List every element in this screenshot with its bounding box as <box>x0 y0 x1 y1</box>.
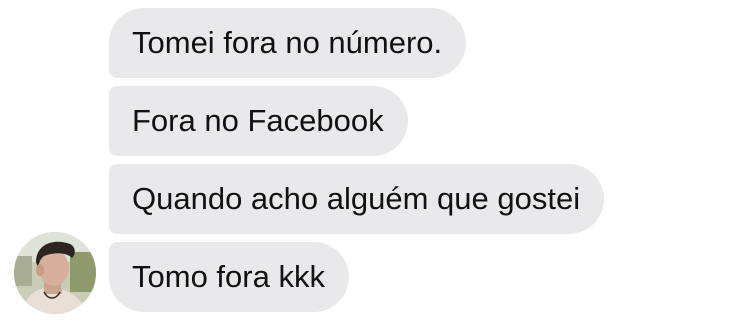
message-text: Fora no Facebook <box>132 103 384 138</box>
message-bubble[interactable]: Quando acho alguém que gostei <box>109 164 605 234</box>
message-text: Tomo fora kkk <box>132 259 325 294</box>
user-photo-avatar-icon <box>14 232 96 314</box>
message-bubble[interactable]: Tomo fora kkk <box>109 242 349 312</box>
message-text: Quando acho alguém que gostei <box>132 181 581 216</box>
message-bubble[interactable]: Fora no Facebook <box>109 86 408 156</box>
message-text: Tomei fora no número. <box>132 25 443 60</box>
sender-avatar[interactable] <box>14 232 96 314</box>
message-bubble[interactable]: Tomei fora no número. <box>109 8 467 78</box>
message-thread: Tomei fora no número. Fora no Facebook Q… <box>0 0 750 328</box>
